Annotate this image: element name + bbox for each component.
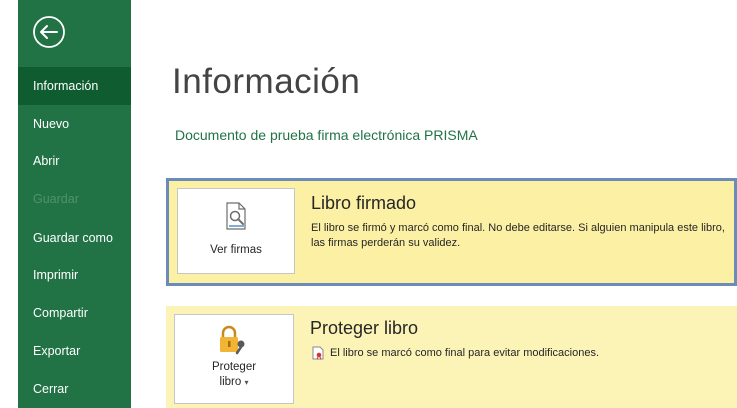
document-title: Documento de prueba firma electrónica PR… bbox=[175, 127, 478, 143]
protect-workbook-label-line1: Proteger bbox=[211, 361, 257, 373]
back-arrow-circle-icon bbox=[33, 16, 65, 48]
protect-card-description: El libro se marcó como final para evitar… bbox=[330, 347, 600, 359]
signature-document-icon bbox=[226, 202, 246, 230]
lock-key-icon bbox=[220, 325, 245, 355]
dropdown-caret-icon: ▾ bbox=[244, 378, 249, 387]
sidebar-item-informacion[interactable]: Información bbox=[18, 67, 131, 105]
protect-card-heading: Proteger libro bbox=[310, 318, 419, 338]
sidebar-item-cerrar[interactable]: Cerrar bbox=[18, 370, 131, 408]
protect-workbook-label-line2: libro bbox=[219, 376, 242, 388]
sidebar-item-nuevo[interactable]: Nuevo bbox=[18, 105, 131, 143]
sidebar-item-imprimir[interactable]: Imprimir bbox=[18, 256, 131, 294]
backstage-sidebar: Información Nuevo Abrir Guardar Guardar … bbox=[18, 0, 131, 408]
protect-workbook-label-line2-wrap: libro ▾ bbox=[175, 376, 293, 388]
sidebar-item-guardar: Guardar bbox=[33, 192, 79, 206]
sidebar-item-abrir[interactable]: Abrir bbox=[18, 142, 131, 180]
sidebar-item-guardar-como[interactable]: Guardar como bbox=[18, 219, 131, 257]
marked-final-icon bbox=[312, 346, 324, 360]
signed-workbook-card: Ver firmas Libro firmado El libro se fir… bbox=[166, 178, 737, 286]
protect-workbook-button[interactable]: Proteger libro ▾ bbox=[174, 314, 294, 404]
view-signatures-button[interactable]: Ver firmas bbox=[177, 188, 295, 274]
view-signatures-label: Ver firmas bbox=[210, 244, 262, 256]
sidebar-item-compartir[interactable]: Compartir bbox=[18, 294, 131, 332]
signed-card-heading: Libro firmado bbox=[311, 193, 417, 213]
back-button[interactable] bbox=[32, 15, 66, 49]
signed-card-description: El libro se firmó y marcó como final. No… bbox=[311, 222, 725, 249]
sidebar-item-exportar[interactable]: Exportar bbox=[18, 332, 131, 370]
protect-workbook-card: Proteger libro ▾ Proteger libro El libro… bbox=[166, 306, 737, 408]
page-title: Información bbox=[172, 62, 361, 101]
